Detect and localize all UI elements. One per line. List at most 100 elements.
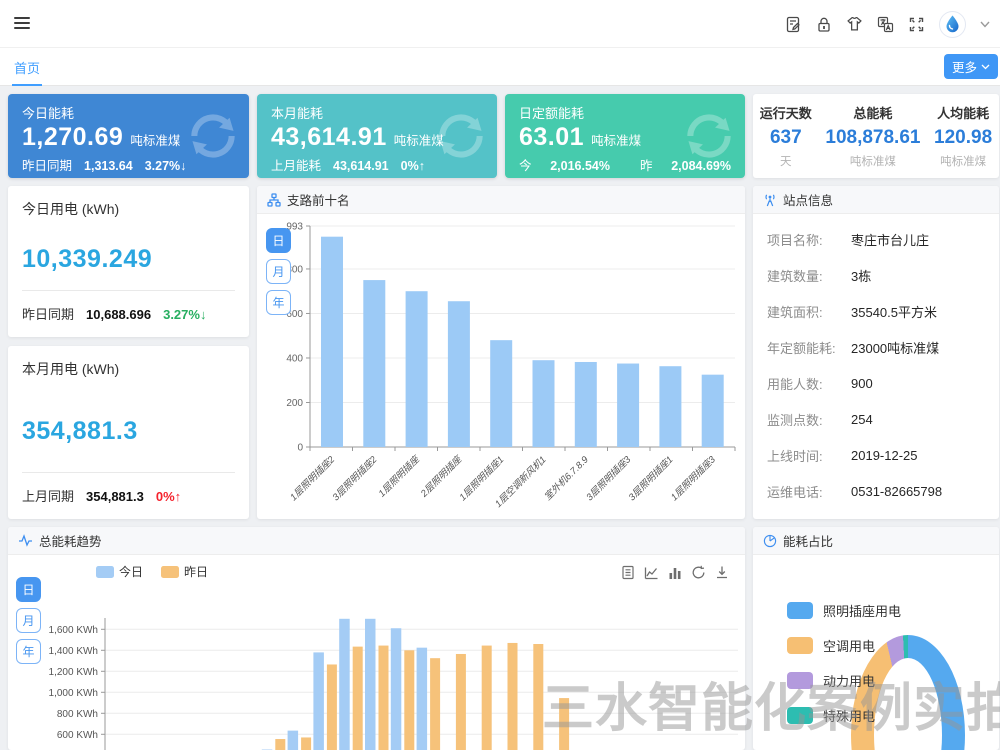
kpi-card-daily-quota-energy: 日定额能耗 63.01 吨标准煤 今日占比: 2,016.54% 昨日占比: 2…: [505, 94, 745, 178]
legend-item-special[interactable]: 特殊用电: [787, 706, 901, 725]
compare-label: 昨日同期: [22, 304, 74, 323]
bar-chart-toggle-icon[interactable]: [668, 565, 682, 580]
panel-title: 支路前十名: [287, 190, 350, 209]
stat-unit: 吨标准煤: [825, 153, 920, 169]
site-row: 上线时间:2019-12-25: [753, 437, 999, 473]
tab-home[interactable]: 首页: [14, 58, 40, 86]
stats-card: 运行天数 637 天 总能耗 108,878.61 吨标准煤 人均能耗 120.…: [753, 94, 999, 178]
period-day-button[interactable]: 日: [266, 228, 291, 253]
pie-chart-icon: [763, 534, 777, 548]
legend-item-lighting[interactable]: 照明插座用电: [787, 601, 901, 620]
legend-item-ac[interactable]: 空调用电: [787, 636, 901, 655]
svg-text:2层照明插座: 2层照明插座: [417, 453, 465, 501]
legend-swatch: [96, 566, 114, 578]
legend-swatch: [161, 566, 179, 578]
site-row: 监测点数:254: [753, 401, 999, 437]
panel-header: 总能耗趋势: [8, 527, 745, 555]
svg-text:1层照明插座3: 1层照明插座3: [668, 453, 718, 503]
period-month-button[interactable]: 月: [266, 259, 291, 284]
legend-item-today[interactable]: 今日: [96, 563, 143, 580]
branch-period-buttons: 日 月 年: [266, 228, 291, 321]
month-electricity-card: 本月用电 (kWh) 354,881.3 上月同期 354,881.3 0%↑: [8, 346, 249, 519]
divider: [22, 472, 235, 473]
translate-icon[interactable]: [877, 16, 894, 33]
dropdown-caret[interactable]: [980, 21, 990, 28]
stat-value: 120.98: [934, 127, 992, 149]
stat-per-capita-energy: 人均能耗 120.98 吨标准煤: [934, 103, 992, 178]
legend-label: 昨日: [184, 563, 208, 580]
kpi-card-month-energy: 本月能耗 43,614.91 吨标准煤 上月能耗 43,614.91 0%↑: [257, 94, 497, 178]
site-info-panel: 站点信息 项目名称:枣庄市台儿庄 建筑数量:3栋 建筑面积:35540.5平方米…: [753, 186, 999, 519]
pie-legend: 照明插座用电 空调用电 动力用电 特殊用电: [787, 601, 901, 741]
site-row-value: 254: [851, 412, 873, 427]
chart-toolbox: [621, 565, 729, 580]
site-row-label: 上线时间:: [767, 446, 851, 465]
legend-label: 空调用电: [823, 636, 875, 655]
kpi-delta: 0%↑: [401, 159, 425, 173]
stat-total-energy: 总能耗 108,878.61 吨标准煤: [825, 103, 920, 178]
stat-unit: 吨标准煤: [934, 153, 992, 169]
tab-bar: 首页 更多: [0, 48, 1000, 86]
recycle-icon: [681, 108, 737, 164]
line-chart-toggle-icon[interactable]: [644, 565, 659, 580]
more-button[interactable]: 更多: [944, 54, 998, 79]
recycle-icon: [185, 108, 241, 164]
site-row-value: 0531-82665798: [851, 484, 942, 499]
site-row-value: 35540.5平方米: [851, 302, 937, 321]
svg-text:0: 0: [297, 443, 303, 454]
brand-logo[interactable]: [939, 11, 966, 38]
panel-header: 站点信息: [753, 186, 999, 214]
site-row: 项目名称:枣庄市台儿庄: [753, 221, 999, 257]
site-row-value: 枣庄市台儿庄: [851, 230, 929, 249]
branch-top10-panel: 支路前十名 日 月 年 02004006008009931层照明插座23层照明插…: [257, 186, 745, 519]
document-edit-icon[interactable]: [785, 16, 802, 33]
more-button-label: 更多: [952, 57, 977, 76]
legend-swatch: [787, 602, 813, 619]
site-row-label: 建筑数量:: [767, 266, 851, 285]
panel-title: 总能耗趋势: [39, 531, 102, 550]
save-image-icon[interactable]: [715, 565, 729, 580]
kpi-card-today-energy: 今日能耗 1,270.69 吨标准煤 昨日同期 1,313.64 3.27%↓: [8, 94, 249, 178]
restore-icon[interactable]: [691, 565, 706, 580]
card-title: 今日用电 (kWh): [22, 199, 235, 219]
hamburger-menu-icon[interactable]: [14, 17, 30, 31]
legend-swatch: [787, 707, 813, 724]
legend-label: 照明插座用电: [823, 601, 901, 620]
fullscreen-icon[interactable]: [908, 16, 925, 33]
period-day-button[interactable]: 日: [16, 577, 41, 602]
kpi-sub-label: 昨日同期: [22, 155, 72, 174]
lock-icon[interactable]: [816, 16, 832, 33]
legend-item-power[interactable]: 动力用电: [787, 671, 901, 690]
site-row: 运维电话:0531-82665798: [753, 473, 999, 509]
branch-bar-chart: 02004006008009931层照明插座23层照明插座21层照明插座2层照明…: [257, 214, 745, 519]
period-year-button[interactable]: 年: [16, 639, 41, 664]
kpi-sub-label: 上月能耗: [271, 155, 321, 174]
svg-text:800 KWh: 800 KWh: [57, 709, 98, 720]
kpi-value: 63.01: [519, 123, 584, 152]
site-row-value: 3栋: [851, 266, 871, 285]
period-year-button[interactable]: 年: [266, 290, 291, 315]
panel-title: 能耗占比: [783, 531, 833, 550]
legend-swatch: [787, 672, 813, 689]
energy-share-panel: 能耗占比 照明插座用电 空调用电 动力用电 特殊用电: [753, 527, 999, 750]
site-row-value: 2019-12-25: [851, 448, 918, 463]
site-row-label: 监测点数:: [767, 410, 851, 429]
data-view-icon[interactable]: [621, 565, 635, 580]
period-month-button[interactable]: 月: [16, 608, 41, 633]
today-electricity-card: 今日用电 (kWh) 10,339.249 昨日同期 10,688.696 3.…: [8, 186, 249, 337]
site-row-label: 运维电话:: [767, 482, 851, 501]
card-title: 本月用电 (kWh): [22, 359, 235, 379]
chevron-down-icon: [981, 64, 990, 70]
site-row: 建筑数量:3栋: [753, 257, 999, 293]
kpi-sub2-label: 昨日占比:: [640, 155, 659, 178]
legend-item-yesterday[interactable]: 昨日: [161, 563, 208, 580]
compare-label: 上月同期: [22, 486, 74, 505]
svg-text:1,400 KWh: 1,400 KWh: [49, 646, 98, 657]
theme-skin-icon[interactable]: [846, 16, 863, 32]
site-row: 年定额能耗:23000吨标准煤: [753, 329, 999, 365]
trend-panel: 总能耗趋势 日 月 年 今日 昨日 200 KWh400 KWh600 KWh8…: [8, 527, 745, 750]
panel-title: 站点信息: [783, 190, 833, 209]
compare-value: 354,881.3: [86, 489, 144, 504]
recycle-icon: [433, 108, 489, 164]
kpi-sub-value: 2,016.54%: [550, 159, 610, 173]
